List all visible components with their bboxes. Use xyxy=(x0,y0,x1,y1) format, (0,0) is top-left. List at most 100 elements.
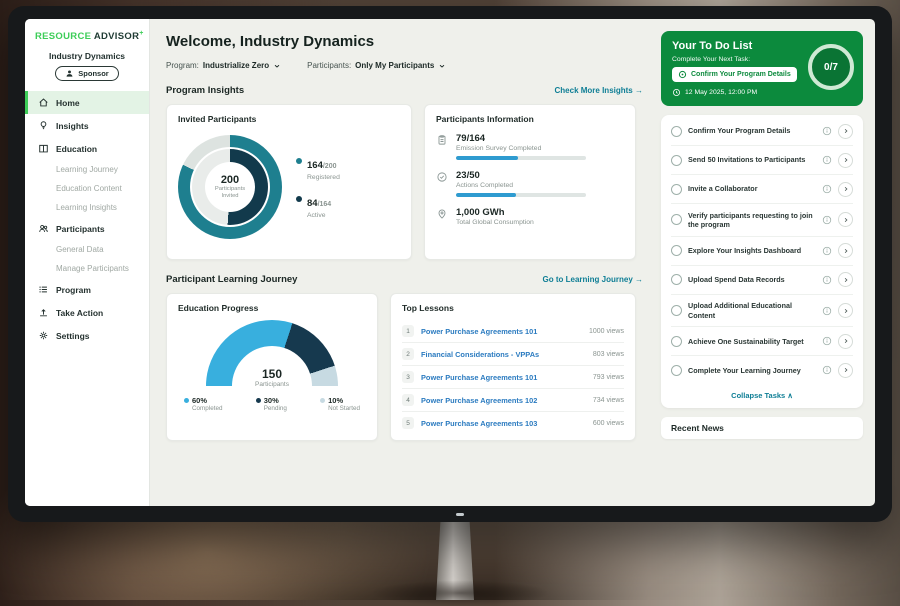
link-label: Go to Learning Journey xyxy=(543,275,633,284)
legend-label: Active xyxy=(307,212,331,219)
task-open-button[interactable] xyxy=(838,272,853,287)
stat-value: 1,000 GWh xyxy=(456,207,534,218)
legend-dot xyxy=(296,158,302,164)
pinfo-stats: 79/164 Emission Survey Completed 23/50 A… xyxy=(436,131,624,226)
go-to-learning-journey-link[interactable]: Go to Learning Journey → xyxy=(543,275,643,284)
info-icon[interactable] xyxy=(822,184,832,194)
lesson-row[interactable]: 2 Financial Considerations - VPPAs 803 v… xyxy=(402,343,624,366)
lesson-link[interactable]: Financial Considerations - VPPAs xyxy=(421,350,586,359)
gauge-center-label: Participants xyxy=(206,381,338,388)
task-row[interactable]: Achieve One Sustainability Target xyxy=(671,327,853,356)
sidebar-item-general-data[interactable]: General Data xyxy=(25,240,149,259)
info-icon[interactable] xyxy=(822,275,832,285)
task-open-button[interactable] xyxy=(838,303,853,318)
sidebar-item-home[interactable]: Home xyxy=(25,91,149,114)
invited-card-title: Invited Participants xyxy=(178,114,400,124)
stat-actions-completed: 23/50 Actions Completed xyxy=(436,170,624,197)
lesson-row[interactable]: 5 Power Purchase Agreements 103 600 view… xyxy=(402,412,624,434)
sidebar-item-take-action[interactable]: Take Action xyxy=(25,301,149,324)
task-checkbox[interactable] xyxy=(671,245,682,256)
legend-value: 60% xyxy=(192,396,207,405)
donut-center-label: Participants Invited xyxy=(210,186,250,200)
task-open-button[interactable] xyxy=(838,153,853,168)
sidebar-item-education[interactable]: Education xyxy=(25,137,149,160)
recent-news-header[interactable]: Recent News xyxy=(661,417,863,439)
sidebar-item-manage-participants[interactable]: Manage Participants xyxy=(25,259,149,278)
sidebar-item-label: Education xyxy=(56,144,97,154)
task-open-button[interactable] xyxy=(838,334,853,349)
info-icon[interactable] xyxy=(822,306,832,316)
task-checkbox[interactable] xyxy=(671,155,682,166)
lesson-link[interactable]: Power Purchase Agreements 102 xyxy=(421,396,586,405)
learning-journey-cards: Education Progress 150 Participants 60% … xyxy=(166,293,643,441)
collapse-tasks-button[interactable]: Collapse Tasks ∧ xyxy=(671,384,853,405)
clock-icon xyxy=(672,88,681,97)
main-content: Welcome, Industry Dynamics Program: Indu… xyxy=(150,19,653,506)
task-checkbox[interactable] xyxy=(671,184,682,195)
education-progress-card: Education Progress 150 Participants 60% … xyxy=(166,293,378,441)
info-icon[interactable] xyxy=(822,246,832,256)
info-icon[interactable] xyxy=(822,155,832,165)
task-row[interactable]: Verify participants requesting to join t… xyxy=(671,204,853,237)
progress-fill xyxy=(456,193,516,197)
task-checkbox[interactable] xyxy=(671,305,682,316)
home-icon xyxy=(38,97,49,108)
program-filter-value: Industrialize Zero xyxy=(203,61,269,70)
lesson-link[interactable]: Power Purchase Agreements 103 xyxy=(421,419,586,428)
legend-label: Registered xyxy=(307,174,340,181)
task-checkbox[interactable] xyxy=(671,336,682,347)
task-checkbox[interactable] xyxy=(671,126,682,137)
invited-donut-chart: 200 Participants Invited xyxy=(178,135,282,239)
next-task-pill[interactable]: Confirm Your Program Details xyxy=(672,67,797,82)
sidebar-item-program[interactable]: Program xyxy=(25,278,149,301)
sidebar-item-label: Program xyxy=(56,285,91,295)
participants-filter[interactable]: Participants: Only My Participants xyxy=(307,61,446,70)
task-open-button[interactable] xyxy=(838,124,853,139)
task-checkbox[interactable] xyxy=(671,274,682,285)
monitor-frame: RESOURCE ADVISOR+ Industry Dynamics Spon… xyxy=(8,6,892,522)
sidebar-item-label: Learning Insights xyxy=(56,203,117,212)
task-open-button[interactable] xyxy=(838,212,853,227)
sidebar-item-participants[interactable]: Participants xyxy=(25,217,149,240)
learning-journey-title: Participant Learning Journey xyxy=(166,274,297,285)
task-row[interactable]: Invite a Collaborator xyxy=(671,175,853,204)
lesson-rank: 3 xyxy=(402,371,414,383)
lesson-row[interactable]: 4 Power Purchase Agreements 102 734 view… xyxy=(402,389,624,412)
lesson-row[interactable]: 1 Power Purchase Agreements 101 1000 vie… xyxy=(402,320,624,343)
info-icon[interactable] xyxy=(822,336,832,346)
task-row[interactable]: Upload Additional Educational Content xyxy=(671,295,853,328)
check-more-insights-link[interactable]: Check More Insights → xyxy=(555,86,643,95)
lesson-views: 793 views xyxy=(593,374,624,381)
sidebar-item-education-content[interactable]: Education Content xyxy=(25,179,149,198)
sidebar-item-settings[interactable]: Settings xyxy=(25,324,149,347)
task-row[interactable]: Complete Your Learning Journey xyxy=(671,356,853,384)
task-checkbox[interactable] xyxy=(671,214,682,225)
task-row[interactable]: Upload Spend Data Records xyxy=(671,266,853,295)
sidebar-item-learning-journey[interactable]: Learning Journey xyxy=(25,160,149,179)
sidebar-item-label: General Data xyxy=(56,245,104,254)
program-filter[interactable]: Program: Industrialize Zero xyxy=(166,61,281,70)
task-checkbox[interactable] xyxy=(671,365,682,376)
task-open-button[interactable] xyxy=(838,243,853,258)
info-icon[interactable] xyxy=(822,126,832,136)
brand-logo: RESOURCE ADVISOR+ xyxy=(25,19,149,44)
program-filter-label: Program: xyxy=(166,61,199,70)
task-open-button[interactable] xyxy=(838,182,853,197)
task-row[interactable]: Confirm Your Program Details xyxy=(671,117,853,146)
task-row[interactable]: Send 50 Invitations to Participants xyxy=(671,146,853,175)
lesson-link[interactable]: Power Purchase Agreements 101 xyxy=(421,373,586,382)
task-row[interactable]: Explore Your Insights Dashboard xyxy=(671,237,853,266)
sidebar-item-label: Manage Participants xyxy=(56,264,129,273)
emission-progress-bar xyxy=(456,156,586,160)
lesson-link[interactable]: Power Purchase Agreements 101 xyxy=(421,327,582,336)
participants-information-card: Participants Information 79/164 Emission… xyxy=(424,104,636,260)
top-lessons-card: Top Lessons 1 Power Purchase Agreements … xyxy=(390,293,636,441)
sidebar-item-learning-insights[interactable]: Learning Insights xyxy=(25,198,149,217)
info-icon[interactable] xyxy=(822,215,832,225)
info-icon[interactable] xyxy=(822,365,832,375)
sidebar-item-insights[interactable]: Insights xyxy=(25,114,149,137)
task-open-button[interactable] xyxy=(838,363,853,378)
lesson-row[interactable]: 3 Power Purchase Agreements 101 793 view… xyxy=(402,366,624,389)
lesson-views: 734 views xyxy=(593,397,624,404)
invited-card-body: 200 Participants Invited 164/200 Registe… xyxy=(178,131,400,239)
